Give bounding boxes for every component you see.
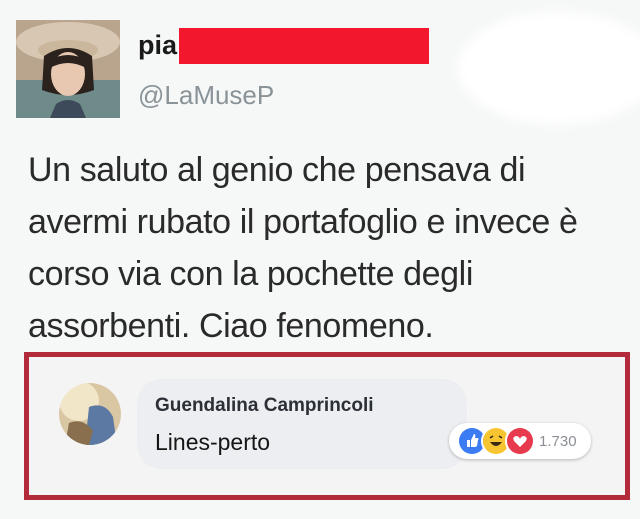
commenter-photo bbox=[59, 383, 121, 445]
post-text: Un saluto al genio che pensava di avermi… bbox=[28, 151, 578, 345]
commenter-avatar[interactable] bbox=[59, 383, 121, 445]
highlighted-comment: Guendalina Camprincoli Lines-perto 1.730 bbox=[24, 352, 630, 500]
love-icon bbox=[505, 426, 535, 456]
profile-photo bbox=[16, 20, 120, 118]
profile-avatar[interactable] bbox=[16, 20, 120, 118]
reactions-summary[interactable]: 1.730 bbox=[449, 423, 591, 459]
redaction-bar bbox=[179, 28, 429, 64]
user-handle[interactable]: @LaMuseP bbox=[138, 80, 274, 111]
comment-text: Lines-perto bbox=[155, 429, 271, 455]
comment-bubble: Guendalina Camprincoli Lines-perto bbox=[137, 379, 467, 469]
commenter-name[interactable]: Guendalina Camprincoli bbox=[155, 395, 374, 417]
blurred-region bbox=[458, 12, 640, 124]
display-name[interactable]: pia bbox=[138, 30, 177, 61]
reaction-count: 1.730 bbox=[539, 432, 577, 450]
